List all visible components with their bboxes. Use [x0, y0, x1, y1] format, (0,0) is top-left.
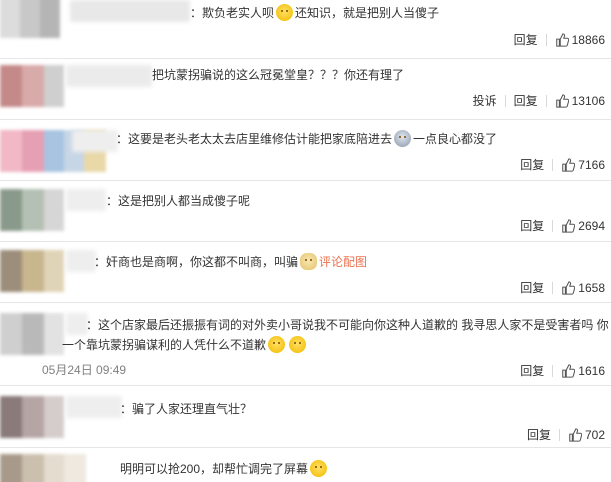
- thumbs-up-icon: [562, 363, 576, 378]
- reply-button[interactable]: 回复: [520, 217, 544, 234]
- avatar[interactable]: [0, 396, 64, 438]
- smug-emoji-icon: [289, 336, 307, 353]
- reply-button[interactable]: 回复: [520, 279, 544, 296]
- report-button[interactable]: 投诉: [473, 92, 497, 109]
- smug-emoji-icon: [268, 336, 286, 353]
- reply-button[interactable]: 回复: [520, 156, 544, 173]
- comment-text-line: 一个靠坑蒙拐骗谋利的人凭什么不道歉: [62, 336, 308, 354]
- avatar[interactable]: [0, 250, 64, 292]
- comment-text: ：这要是老头老太太去店里维修估计能把家底陪进去 一点良心都没了: [116, 130, 498, 147]
- like-button[interactable]: 13106: [555, 94, 605, 108]
- username[interactable]: [70, 0, 190, 22]
- comment-actions: 回复 18866: [514, 31, 605, 48]
- comment-item: ：这要是老头老太太去店里维修估计能把家底陪进去 一点良心都没了 回复 7166: [0, 120, 611, 180]
- comment-text: 把坑蒙拐骗说的这么冠冕堂皇？？？你还有理了: [152, 68, 405, 82]
- mask-emoji-icon: [394, 130, 412, 147]
- like-button[interactable]: 2694: [561, 219, 605, 233]
- username[interactable]: [66, 250, 96, 272]
- divider: [545, 33, 547, 46]
- like-count: 1616: [578, 363, 605, 378]
- comment-actions: 回复 702: [527, 426, 605, 443]
- divider: [552, 158, 554, 171]
- comment-item: ：奸商也是商啊，你这都不叫商，叫骗 评论配图 回复 1658: [0, 242, 611, 302]
- comment-actions: 回复 1616: [520, 362, 605, 379]
- comment-text: ：骗了人家还理直气壮？: [120, 402, 253, 416]
- like-button[interactable]: 18866: [555, 33, 605, 47]
- like-button[interactable]: 1616: [561, 364, 605, 378]
- divider: [552, 364, 554, 377]
- username[interactable]: [66, 65, 152, 87]
- username[interactable]: [66, 396, 122, 418]
- comment-actions: 回复 1658: [520, 279, 605, 296]
- smug-emoji-icon: [310, 460, 328, 477]
- divider: [558, 428, 560, 441]
- comment-text: 明明可以抢200，却帮忙调完了屏幕: [120, 460, 329, 478]
- comment-actions: 回复 7166: [520, 156, 605, 173]
- reply-button[interactable]: 回复: [520, 362, 544, 379]
- avatar[interactable]: [0, 0, 60, 38]
- thumbs-up-icon: [569, 427, 582, 442]
- thumbs-up-icon: [555, 32, 569, 47]
- divider: [552, 281, 554, 294]
- comment-item: 明明可以抢200，却帮忙调完了屏幕: [0, 448, 611, 482]
- divider: [552, 219, 554, 232]
- like-count: 2694: [578, 218, 605, 233]
- comment-actions: 投诉 回复 13106: [473, 92, 605, 109]
- username[interactable]: [66, 313, 88, 335]
- thumbs-up-icon: [562, 218, 576, 233]
- timestamp: 05月24日 09:49: [42, 363, 127, 377]
- comment-text: ：奸商也是商啊，你这都不叫商，叫骗 评论配图: [94, 253, 368, 270]
- avatar[interactable]: [0, 313, 64, 355]
- divider: [545, 94, 547, 107]
- avatar[interactable]: [0, 454, 86, 482]
- dog-emoji-icon: [300, 253, 318, 270]
- like-count: 702: [584, 427, 605, 442]
- thumbs-up-icon: [555, 93, 569, 108]
- comment-item: ：这个店家最后还振振有词的对外卖小哥说我不可能向你这种人道歉的 我寻思人家不是受…: [0, 303, 611, 385]
- like-button[interactable]: 7166: [561, 158, 605, 172]
- reply-button[interactable]: 回复: [527, 426, 551, 443]
- avatar[interactable]: [0, 65, 64, 107]
- reply-button[interactable]: 回复: [514, 92, 538, 109]
- comment-text-line: ：这个店家最后还振振有词的对外卖小哥说我不可能向你这种人道歉的 我寻思人家不是受…: [86, 318, 609, 332]
- comment-item: ：这是把别人都当成傻子呢 回复 2694: [0, 181, 611, 241]
- avatar[interactable]: [0, 189, 64, 231]
- thumbs-up-icon: [562, 280, 576, 295]
- like-button[interactable]: 702: [568, 428, 605, 442]
- comment-text: ：这是把别人都当成傻子呢: [106, 194, 251, 208]
- comment-item: 把坑蒙拐骗说的这么冠冕堂皇？？？你还有理了 投诉 回复 13106: [0, 59, 611, 119]
- username[interactable]: [72, 130, 118, 152]
- like-count: 18866: [571, 32, 605, 47]
- like-count: 13106: [571, 93, 605, 108]
- comment-item: ：骗了人家还理直气壮？ 回复 702: [0, 386, 611, 444]
- smile-emoji-icon: [276, 4, 294, 21]
- comment-text: ：欺负老实人呗 还知识，就是把别人当傻子: [190, 4, 440, 21]
- comment-actions: 回复 2694: [520, 217, 605, 234]
- username[interactable]: [66, 189, 106, 211]
- thumbs-up-icon: [562, 157, 576, 172]
- like-count: 7166: [578, 157, 605, 172]
- like-count: 1658: [578, 280, 605, 295]
- comment-item: ：欺负老实人呗 还知识，就是把别人当傻子 回复 18866: [0, 0, 611, 58]
- comment-image-link[interactable]: 评论配图: [319, 255, 367, 269]
- divider: [504, 94, 506, 107]
- like-button[interactable]: 1658: [561, 281, 605, 295]
- reply-button[interactable]: 回复: [514, 31, 538, 48]
